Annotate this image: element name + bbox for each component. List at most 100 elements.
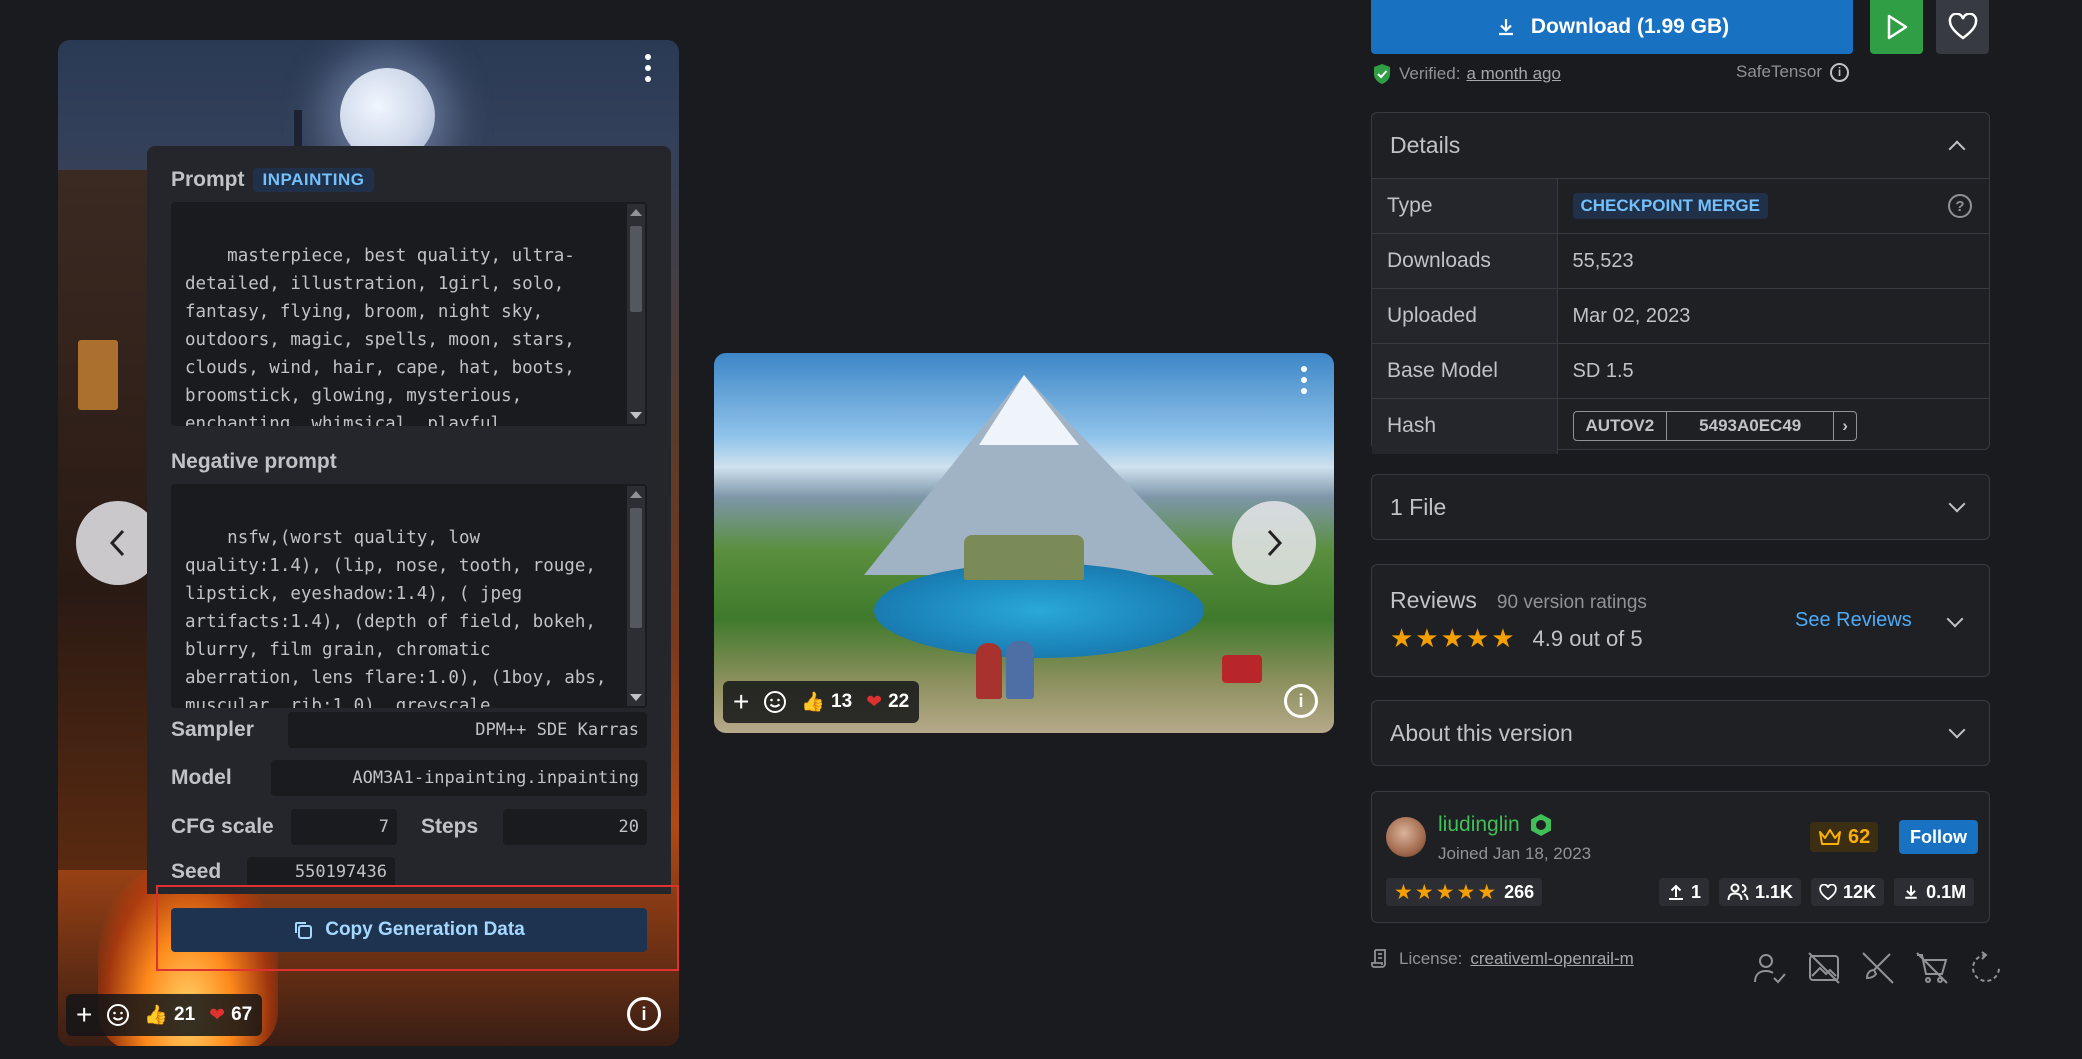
add-reaction-button[interactable]: + (733, 688, 749, 716)
download-button[interactable]: Download (1.99 GB) (1371, 0, 1853, 54)
like-reaction[interactable]: 👍 13 (801, 690, 852, 714)
reviews-count: 90 version ratings (1496, 592, 1647, 613)
downloads-stat: 0.1M (1894, 878, 1975, 906)
avatar[interactable] (1386, 817, 1426, 857)
help-icon[interactable]: ? (1948, 194, 1972, 218)
uploads-count: 1 (1691, 881, 1702, 902)
heart-icon: ❤ (866, 691, 883, 713)
follow-button[interactable]: Follow (1899, 820, 1978, 854)
uploaded-key: Uploaded (1372, 288, 1558, 344)
hash-value[interactable]: 5493A0EC49 (1666, 412, 1833, 441)
more-options-icon[interactable] (644, 54, 652, 82)
type-badge: CHECKPOINT MERGE (1572, 193, 1768, 219)
reaction-bar-left: + 👍 21 ❤ 67 (66, 994, 263, 1036)
like-reaction[interactable]: 👍 21 (144, 1003, 195, 1027)
creator-rating-badge: ★★★★★ 266 (1386, 878, 1543, 906)
smiley-icon[interactable] (763, 690, 787, 714)
details-header[interactable]: Details (1372, 113, 1989, 178)
creator-name[interactable]: liudinglin (1438, 813, 1520, 837)
followers-stat: 1.1K (1719, 878, 1802, 906)
like-count: 13 (831, 691, 853, 712)
scroll-thumb[interactable] (630, 226, 642, 312)
table-row: Type CHECKPOINT MERGE ? (1372, 178, 1989, 234)
copy-generation-data-button[interactable]: Copy Generation Data (171, 908, 647, 952)
figure-artwork (976, 643, 1002, 699)
heart-count: 22 (888, 691, 910, 712)
negative-prompt-textarea[interactable]: nsfw,(worst quality, low quality:1.4), (… (171, 484, 647, 708)
files-panel[interactable]: 1 File (1371, 474, 1990, 540)
chevron-up-icon (1948, 140, 1966, 157)
scroll-down-arrow-icon[interactable] (630, 412, 642, 419)
license-permissions (1752, 950, 2004, 986)
sampler-label: Sampler (171, 718, 254, 741)
heart-count: 67 (231, 1004, 253, 1025)
heart-icon: ❤ (209, 1004, 226, 1026)
details-title: Details (1390, 132, 1461, 158)
type-cell: CHECKPOINT MERGE ? (1557, 178, 1989, 234)
scroll-up-arrow-icon[interactable] (630, 491, 642, 498)
chevron-right-icon (1267, 529, 1283, 557)
license-row: License: creativeml-openrail-m (1371, 948, 1634, 970)
favorites-count: 12K (1843, 881, 1877, 902)
hash-key: Hash (1372, 398, 1558, 454)
mesa-artwork (964, 535, 1084, 580)
downloads-value: 55,523 (1557, 233, 1989, 289)
seed-value: 550197436 (247, 857, 395, 887)
thumbs-up-icon: 👍 (801, 692, 826, 713)
cfg-label: CFG scale (171, 815, 274, 838)
scroll-thumb[interactable] (630, 508, 642, 628)
info-icon[interactable]: i (627, 997, 661, 1031)
rating-score: 4.9 out of 5 (1532, 625, 1643, 651)
run-button[interactable] (1870, 0, 1923, 54)
info-icon[interactable]: i (1284, 684, 1318, 718)
about-panel[interactable]: About this version (1371, 700, 1990, 766)
download-icon (1905, 885, 1917, 899)
followers-count: 1.1K (1755, 881, 1794, 902)
table-row: Uploaded Mar 02, 2023 (1372, 288, 1989, 344)
info-icon[interactable]: i (1830, 62, 1849, 82)
hash-box[interactable]: AUTOV2 5493A0EC49 › (1572, 411, 1857, 442)
license-link[interactable]: creativeml-openrail-m (1470, 949, 1633, 969)
creator-rank-badge: 62 (1810, 822, 1879, 852)
next-image-button[interactable] (1232, 501, 1316, 585)
user-check-icon (1754, 954, 1786, 984)
creator-rating-count: 266 (1504, 881, 1535, 902)
seed-label: Seed (171, 860, 222, 883)
no-cart-icon (1916, 952, 1948, 984)
reaction-bar-middle: + 👍 13 ❤ 22 (723, 681, 920, 723)
reviews-title: Reviews (1390, 587, 1477, 613)
uploads-stat: 1 (1659, 878, 1710, 906)
snow-artwork (979, 375, 1079, 445)
cfg-row: CFG scale 7 Steps 20 (171, 809, 647, 845)
base-model-key: Base Model (1372, 343, 1558, 399)
downloads-key: Downloads (1372, 233, 1558, 289)
creator-badge-icon (1530, 814, 1551, 836)
hash-algo[interactable]: AUTOV2 (1574, 412, 1667, 440)
see-reviews-link[interactable]: See Reviews (1795, 609, 1912, 632)
heart-outline-icon (1948, 13, 1977, 40)
negative-scrollbar[interactable] (627, 486, 645, 706)
reviews-panel: Reviews 90 version ratings ★★★★★ 4.9 out… (1371, 564, 1990, 677)
more-options-icon[interactable] (1300, 366, 1308, 394)
model-row: Model AOM3A1-inpainting.inpainting (171, 760, 647, 796)
scroll-down-arrow-icon[interactable] (630, 694, 642, 701)
chevron-right-icon[interactable]: › (1833, 412, 1856, 441)
verified-time-link[interactable]: a month ago (1466, 64, 1561, 84)
like-count: 21 (174, 1004, 196, 1025)
verified-label: Verified: (1399, 64, 1461, 83)
heart-reaction[interactable]: ❤ 22 (866, 691, 909, 714)
details-table: Type CHECKPOINT MERGE ? Downloads 55,523… (1372, 178, 1989, 454)
prompt-scrollbar[interactable] (627, 204, 645, 424)
favorites-stat: 12K (1811, 878, 1885, 906)
favorite-button[interactable] (1936, 0, 1989, 54)
heart-reaction[interactable]: ❤ 67 (209, 1004, 252, 1027)
model-value: AOM3A1-inpainting.inpainting (271, 760, 647, 796)
prompt-textarea[interactable]: masterpiece, best quality, ultra-detaile… (171, 202, 647, 426)
scroll-up-arrow-icon[interactable] (630, 209, 642, 216)
chevron-down-icon (1948, 721, 1966, 739)
add-reaction-button[interactable]: + (76, 1001, 92, 1029)
steps-value: 20 (503, 809, 647, 845)
smiley-icon[interactable] (106, 1003, 130, 1027)
thumbs-up-icon: 👍 (144, 1005, 169, 1026)
chevron-down-icon[interactable] (1946, 610, 1964, 628)
